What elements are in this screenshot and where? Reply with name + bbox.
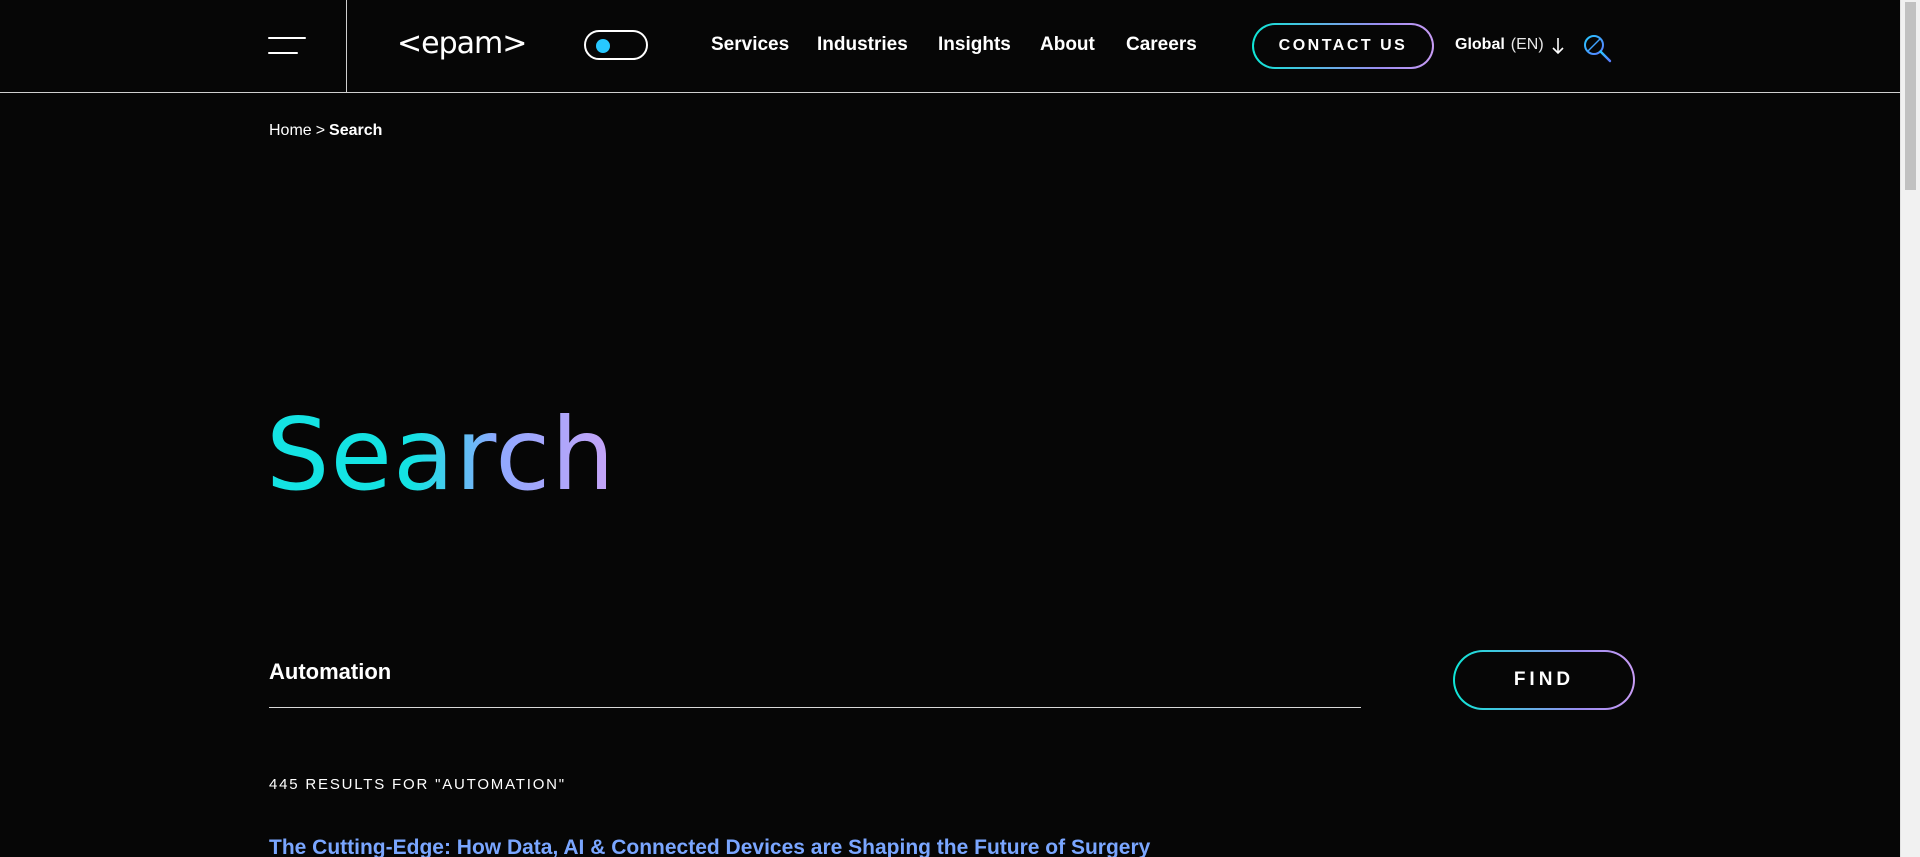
- breadcrumb-home-link[interactable]: Home: [269, 122, 312, 139]
- result-title-link[interactable]: The Cutting-Edge: How Data, AI & Connect…: [269, 836, 1150, 857]
- page-title: Search: [266, 396, 616, 513]
- nav-item-services[interactable]: Services: [711, 34, 789, 56]
- search-input[interactable]: [269, 654, 1269, 690]
- page: <epam> Services Industries Insights Abou…: [0, 0, 1920, 857]
- search-icon[interactable]: [1582, 33, 1612, 63]
- scrollbar[interactable]: [1900, 0, 1920, 857]
- language-selector[interactable]: Global (EN): [1455, 36, 1544, 54]
- epam-logo[interactable]: <epam>: [397, 26, 527, 62]
- header-divider: [346, 0, 347, 92]
- nav-item-industries[interactable]: Industries: [817, 34, 908, 56]
- hamburger-icon: [268, 37, 306, 39]
- hamburger-icon-line: [268, 52, 298, 54]
- find-button[interactable]: FIND: [1453, 650, 1635, 710]
- nav-item-insights[interactable]: Insights: [938, 34, 1011, 56]
- contact-us-button[interactable]: CONTACT US: [1252, 23, 1434, 69]
- breadcrumb-current: Search: [329, 122, 383, 139]
- language-code: (EN): [1510, 36, 1544, 53]
- theme-toggle[interactable]: [584, 30, 648, 60]
- search-field: [269, 640, 1361, 708]
- nav-item-careers[interactable]: Careers: [1126, 34, 1197, 56]
- scrollbar-thumb[interactable]: [1905, 2, 1916, 190]
- results-count: 445 RESULTS FOR "AUTOMATION": [269, 776, 566, 793]
- nav-item-about[interactable]: About: [1040, 34, 1095, 56]
- arrow-down-icon[interactable]: [1551, 37, 1565, 55]
- site-header: <epam> Services Industries Insights Abou…: [0, 0, 1900, 93]
- menu-button[interactable]: [268, 36, 308, 56]
- language-region: Global: [1455, 36, 1505, 53]
- breadcrumb-separator: >: [315, 122, 326, 139]
- breadcrumb: Home > Search: [269, 122, 382, 140]
- toggle-knob: [596, 39, 610, 53]
